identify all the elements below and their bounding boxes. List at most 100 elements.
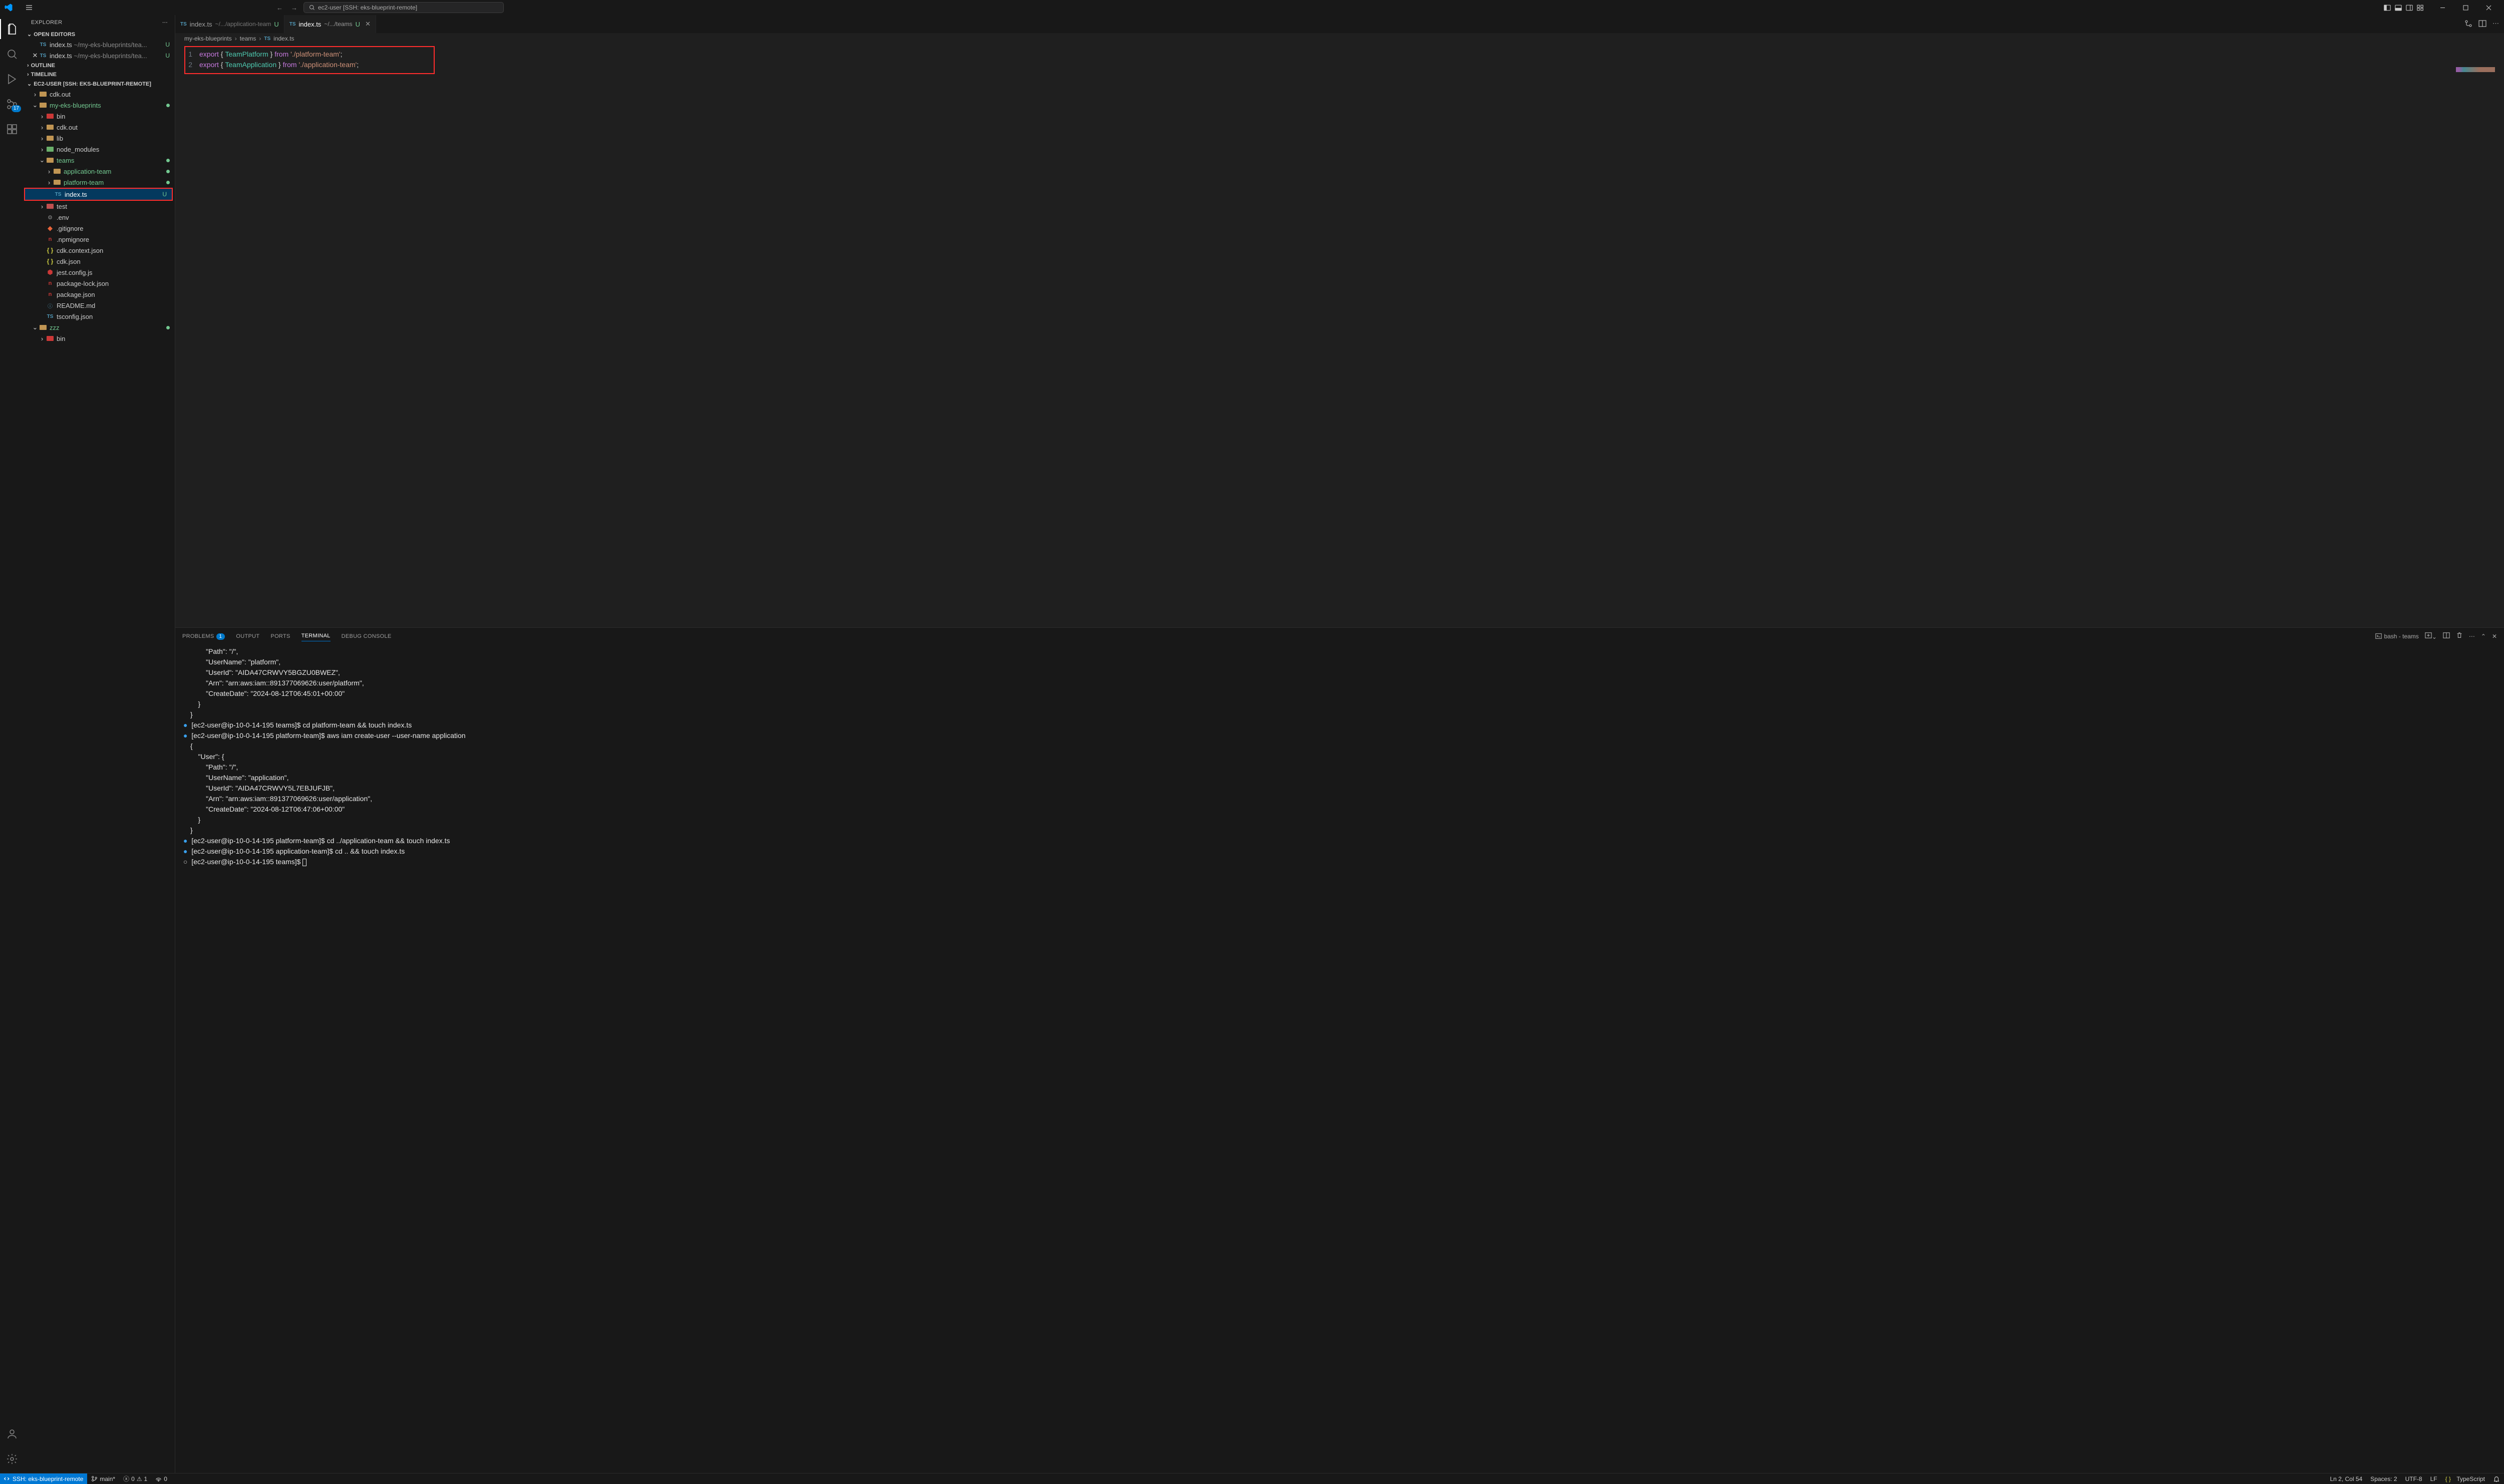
typescript-icon: TS (180, 22, 187, 27)
sidebar-more-icon[interactable]: ⋯ (162, 19, 168, 26)
info-icon: ⓘ (46, 302, 54, 309)
tree-file[interactable]: ›{ }cdk.context.json (24, 245, 175, 256)
code-editor[interactable]: 1 export { TeamPlatform } from './platfo… (184, 46, 435, 74)
remote-status[interactable]: SSH: eks-blueprint-remote (0, 1473, 87, 1484)
tree-folder[interactable]: ›bin (24, 333, 175, 344)
panel-tab-terminal[interactable]: TERMINAL (301, 631, 331, 641)
gear-icon: ⚙ (46, 214, 54, 221)
explorer-activity-icon[interactable] (0, 19, 24, 39)
tree-folder[interactable]: ›lib (24, 133, 175, 144)
eol-status[interactable]: LF (2426, 1475, 2441, 1482)
maximize-panel-icon[interactable]: ⌃ (2481, 633, 2486, 640)
tree-folder[interactable]: ⌄zzz (24, 322, 175, 333)
problems-status[interactable]: ⓧ0 ⚠1 (119, 1474, 151, 1483)
more-icon[interactable]: ⋯ (2492, 20, 2499, 29)
typescript-icon: TS (46, 313, 54, 320)
more-icon[interactable]: ⋯ (2469, 633, 2475, 640)
jest-icon: ⬢ (46, 269, 54, 276)
terminal-profile-icon[interactable]: bash - teams (2375, 633, 2418, 640)
modified-dot-icon (166, 104, 170, 107)
terminal-output[interactable]: "Path": "/", "UserName": "platform", "Us… (175, 644, 2504, 1473)
outline-section[interactable]: ›OUTLINE (24, 61, 175, 70)
tree-file[interactable]: ›TStsconfig.json (24, 311, 175, 322)
explorer-sidebar: EXPLORER ⋯ ⌄OPEN EDITORS TS index.ts ~/m… (24, 15, 175, 1473)
minimap[interactable] (2456, 67, 2495, 72)
editor-area: TS index.ts ~/.../application-team U TS … (175, 15, 2504, 1473)
kill-terminal-icon[interactable] (2456, 632, 2463, 640)
close-panel-icon[interactable]: ✕ (2492, 633, 2497, 640)
scm-activity-icon[interactable]: 17 (0, 94, 24, 114)
split-terminal-icon[interactable] (2443, 632, 2450, 640)
panel-tab-output[interactable]: OUTPUT (236, 631, 259, 641)
tree-folder[interactable]: ⌄teams (24, 155, 175, 166)
nav-back-icon[interactable]: ← (274, 2, 285, 14)
tree-folder[interactable]: ›node_modules (24, 144, 175, 155)
compare-changes-icon[interactable] (2464, 20, 2472, 29)
tree-folder[interactable]: ›bin (24, 111, 175, 122)
close-button[interactable] (2477, 0, 2500, 15)
close-icon[interactable]: ✕ (365, 20, 371, 28)
npm-icon: n (46, 236, 54, 243)
close-icon[interactable]: ✕ (31, 52, 39, 60)
encoding-status[interactable]: UTF-8 (2401, 1475, 2426, 1482)
notifications-icon[interactable] (2489, 1475, 2504, 1482)
open-editor-item[interactable]: ✕ TS index.ts ~/my-eks-blueprints/tea...… (24, 50, 175, 61)
settings-gear-icon[interactable] (0, 1449, 24, 1469)
tree-file-index-ts[interactable]: TSindex.tsU (25, 189, 172, 200)
cursor-position[interactable]: Ln 2, Col 54 (2326, 1475, 2366, 1482)
nav-forward-icon[interactable]: → (289, 2, 299, 14)
modified-dot-icon (166, 170, 170, 173)
hamburger-menu-icon[interactable] (23, 2, 35, 14)
json-icon: { } (46, 258, 54, 265)
editor-tabs: TS index.ts ~/.../application-team U TS … (175, 15, 2504, 33)
tree-folder[interactable]: ›cdk.out (24, 122, 175, 133)
panel-tab-problems[interactable]: PROBLEMS1 (182, 631, 225, 641)
maximize-button[interactable] (2454, 0, 2477, 15)
tree-folder[interactable]: ⌄my-eks-blueprints (24, 100, 175, 111)
lang-status[interactable]: { } TypeScript (2441, 1475, 2489, 1482)
tree-file[interactable]: ›n.npmignore (24, 234, 175, 245)
workspace-section[interactable]: ⌄EC2-USER [SSH: EKS-BLUEPRINT-REMOTE] (24, 79, 175, 89)
indent-status[interactable]: Spaces: 2 (2366, 1475, 2401, 1482)
bottom-panel: PROBLEMS1 OUTPUT PORTS TERMINAL DEBUG CO… (175, 627, 2504, 1473)
typescript-icon: TS (264, 36, 270, 42)
run-debug-activity-icon[interactable] (0, 69, 24, 89)
tree-file[interactable]: ›⬢jest.config.js (24, 267, 175, 278)
tree-file[interactable]: ›{ }cdk.json (24, 256, 175, 267)
tree-folder[interactable]: ›application-team (24, 166, 175, 177)
tree-file[interactable]: ›npackage.json (24, 289, 175, 300)
extensions-activity-icon[interactable] (0, 119, 24, 139)
customize-layout-icon[interactable] (2416, 3, 2425, 12)
tree-folder[interactable]: ›test (24, 201, 175, 212)
tab-index-application-team[interactable]: TS index.ts ~/.../application-team U (175, 15, 284, 33)
ports-status[interactable]: 0 (151, 1475, 171, 1482)
typescript-icon: TS (289, 22, 296, 27)
tree-file[interactable]: ›npackage-lock.json (24, 278, 175, 289)
layout-panel-icon[interactable] (2394, 3, 2403, 12)
search-activity-icon[interactable] (0, 44, 24, 64)
global-search-input[interactable]: ec2-user [SSH: eks-blueprint-remote] (303, 2, 504, 13)
timeline-section[interactable]: ›TIMELINE (24, 70, 175, 79)
tree-folder[interactable]: ›cdk.out (24, 89, 175, 100)
breadcrumbs[interactable]: my-eks-blueprints› teams› TSindex.ts (175, 33, 2504, 44)
git-icon: ◆ (46, 225, 54, 232)
panel-tab-debug[interactable]: DEBUG CONSOLE (342, 631, 392, 641)
typescript-icon: TS (39, 52, 47, 59)
minimize-button[interactable] (2431, 0, 2454, 15)
panel-tab-ports[interactable]: PORTS (270, 631, 290, 641)
layout-sidebar-left-icon[interactable] (2383, 3, 2392, 12)
accounts-icon[interactable] (0, 1424, 24, 1444)
tree-file[interactable]: ›◆.gitignore (24, 223, 175, 234)
activity-bar: 17 (0, 15, 24, 1473)
branch-status[interactable]: main* (87, 1475, 119, 1482)
split-editor-icon[interactable] (2478, 20, 2486, 29)
open-editors-section[interactable]: ⌄OPEN EDITORS (24, 30, 175, 39)
tree-file[interactable]: ›ⓘREADME.md (24, 300, 175, 311)
tree-folder[interactable]: ›platform-team (24, 177, 175, 188)
status-bar: SSH: eks-blueprint-remote main* ⓧ0 ⚠1 0 … (0, 1473, 2504, 1484)
tree-file[interactable]: ›⚙.env (24, 212, 175, 223)
new-terminal-icon[interactable]: ⌄ (2425, 632, 2437, 640)
layout-sidebar-right-icon[interactable] (2405, 3, 2414, 12)
tab-index-teams[interactable]: TS index.ts ~/.../teams U ✕ (284, 15, 376, 33)
open-editor-item[interactable]: TS index.ts ~/my-eks-blueprints/tea... U (24, 39, 175, 50)
